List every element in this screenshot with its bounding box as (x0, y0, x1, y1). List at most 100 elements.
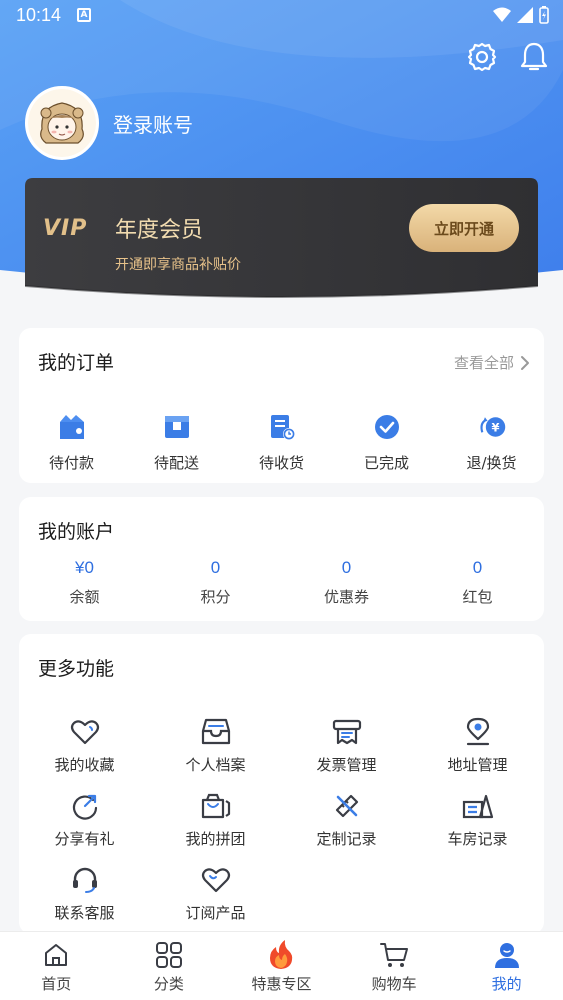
battery-icon (539, 6, 549, 24)
account-stats-row: ¥0 余额 0 积分 0 优惠券 0 红包 (19, 558, 544, 607)
vip-logo: VIP (43, 216, 88, 241)
fire-icon (266, 940, 296, 970)
subscribe-heart-icon (200, 864, 232, 896)
headset-icon (69, 864, 101, 896)
order-pending-receipt[interactable]: 待收货 (229, 412, 334, 473)
package-icon (162, 412, 192, 442)
tab-label: 首页 (41, 975, 72, 993)
grid-icon (154, 940, 184, 970)
function-label: 个人档案 (185, 756, 246, 774)
tab-cart[interactable]: 购物车 (338, 932, 451, 1000)
tab-label: 分类 (153, 975, 184, 993)
function-label: 分享有礼 (54, 830, 115, 848)
vip-title: 年度会员 (115, 218, 204, 243)
status-time: 10:14 (16, 5, 62, 25)
cart-icon (379, 940, 409, 970)
order-pending-payment[interactable]: 待付款 (19, 412, 124, 473)
order-status-row: 待付款 待配送 待收货 已完成 ¥ 退/换货 (19, 412, 544, 473)
check-circle-icon (372, 412, 402, 442)
account-points[interactable]: 0 积分 (150, 558, 281, 607)
orders-card: 我的订单 查看全部 待付款 待配送 待收货 已完成 ¥ 退/换货 (19, 328, 544, 483)
system-icons (493, 6, 549, 24)
wallet-icon (57, 412, 87, 442)
signal-icon (517, 7, 533, 23)
function-grid: 我的收藏 个人档案 发票管理 地址管理 分享有礼 我的拼团 定制记录 车房记录 … (19, 716, 544, 928)
heart-icon (69, 716, 101, 748)
account-red-packets[interactable]: 0 红包 (412, 558, 543, 607)
avatar[interactable] (25, 86, 99, 160)
function-group-buy[interactable]: 我的拼团 (150, 790, 281, 854)
orders-title: 我的订单 (38, 352, 115, 374)
invoice-icon (331, 716, 363, 748)
function-label: 地址管理 (447, 756, 508, 774)
order-label: 待配送 (153, 454, 199, 472)
receipt-clock-icon (267, 412, 297, 442)
function-label: 订阅产品 (185, 904, 246, 922)
function-label: 车房记录 (447, 830, 508, 848)
function-car-house-records[interactable]: 车房记录 (412, 790, 543, 854)
more-functions-card: 更多功能 我的收藏 个人档案 发票管理 地址管理 分享有礼 我的拼团 定制记录 … (19, 634, 544, 934)
vip-card[interactable]: VIP 年度会员 开通即享商品补贴价 立即开通 (25, 178, 538, 300)
ruler-pencil-icon (331, 790, 363, 822)
account-title: 我的账户 (38, 521, 115, 543)
function-favorites[interactable]: 我的收藏 (19, 716, 150, 780)
tab-mine[interactable]: 我的 (450, 932, 563, 1000)
order-label: 待付款 (48, 454, 94, 472)
function-invoice[interactable]: 发票管理 (281, 716, 412, 780)
notification-a-icon: A (77, 8, 91, 22)
notification-bell-icon[interactable] (517, 40, 551, 74)
order-pending-delivery[interactable]: 待配送 (124, 412, 229, 473)
points-label: 积分 (200, 588, 231, 606)
login-account-link[interactable]: 登录账号 (113, 109, 193, 138)
wifi-icon (493, 7, 511, 22)
account-coupons[interactable]: 0 优惠券 (281, 558, 412, 607)
points-value: 0 (210, 558, 221, 577)
function-label: 我的拼团 (185, 830, 246, 848)
view-all-label: 查看全部 (453, 354, 514, 372)
group-bag-icon (200, 790, 232, 822)
function-share[interactable]: 分享有礼 (19, 790, 150, 854)
status-bar: 10:14 A (0, 0, 563, 32)
function-profile-archive[interactable]: 个人档案 (150, 716, 281, 780)
account-card: 我的账户 ¥0 余额 0 积分 0 优惠券 0 红包 (19, 497, 544, 621)
function-address[interactable]: 地址管理 (412, 716, 543, 780)
location-pin-icon (462, 716, 494, 748)
function-label: 发票管理 (316, 756, 377, 774)
function-custom-records[interactable]: 定制记录 (281, 790, 412, 854)
order-refund[interactable]: ¥ 退/换货 (439, 412, 544, 473)
coupons-value: 0 (341, 558, 352, 577)
order-label: 退/换货 (466, 454, 517, 472)
refund-icon: ¥ (477, 412, 507, 442)
function-label: 我的收藏 (54, 756, 115, 774)
function-customer-service[interactable]: 联系客服 (19, 864, 150, 928)
chevron-right-icon (521, 355, 529, 370)
more-title: 更多功能 (38, 658, 115, 680)
bottom-tab-bar: 首页 分类 特惠专区 购物车 我的 (0, 931, 563, 1000)
account-balance[interactable]: ¥0 余额 (19, 558, 150, 607)
tab-category[interactable]: 分类 (113, 932, 226, 1000)
profile-section[interactable]: 登录账号 (25, 86, 193, 160)
red-packets-label: 红包 (462, 588, 493, 606)
red-packets-value: 0 (472, 558, 483, 577)
coupons-label: 优惠券 (323, 588, 369, 606)
home-icon (41, 940, 71, 970)
vip-open-button[interactable]: 立即开通 (409, 204, 519, 252)
tab-special-offers[interactable]: 特惠专区 (225, 932, 338, 1000)
user-icon (492, 940, 522, 970)
balance-value: ¥0 (75, 558, 94, 577)
function-label: 定制记录 (316, 830, 377, 848)
order-completed[interactable]: 已完成 (334, 412, 439, 473)
share-arrow-icon (69, 790, 101, 822)
header-actions (465, 40, 551, 74)
function-label: 联系客服 (54, 904, 115, 922)
settings-gear-icon[interactable] (465, 40, 499, 74)
order-label: 已完成 (363, 454, 409, 472)
archive-box-icon (200, 716, 232, 748)
tab-label: 特惠专区 (251, 975, 312, 993)
tab-label: 购物车 (371, 975, 417, 993)
tab-home[interactable]: 首页 (0, 932, 113, 1000)
view-all-orders-link[interactable]: 查看全部 (454, 352, 530, 373)
function-subscriptions[interactable]: 订阅产品 (150, 864, 281, 928)
svg-text:¥: ¥ (491, 420, 499, 434)
vip-subtitle: 开通即享商品补贴价 (115, 257, 241, 273)
